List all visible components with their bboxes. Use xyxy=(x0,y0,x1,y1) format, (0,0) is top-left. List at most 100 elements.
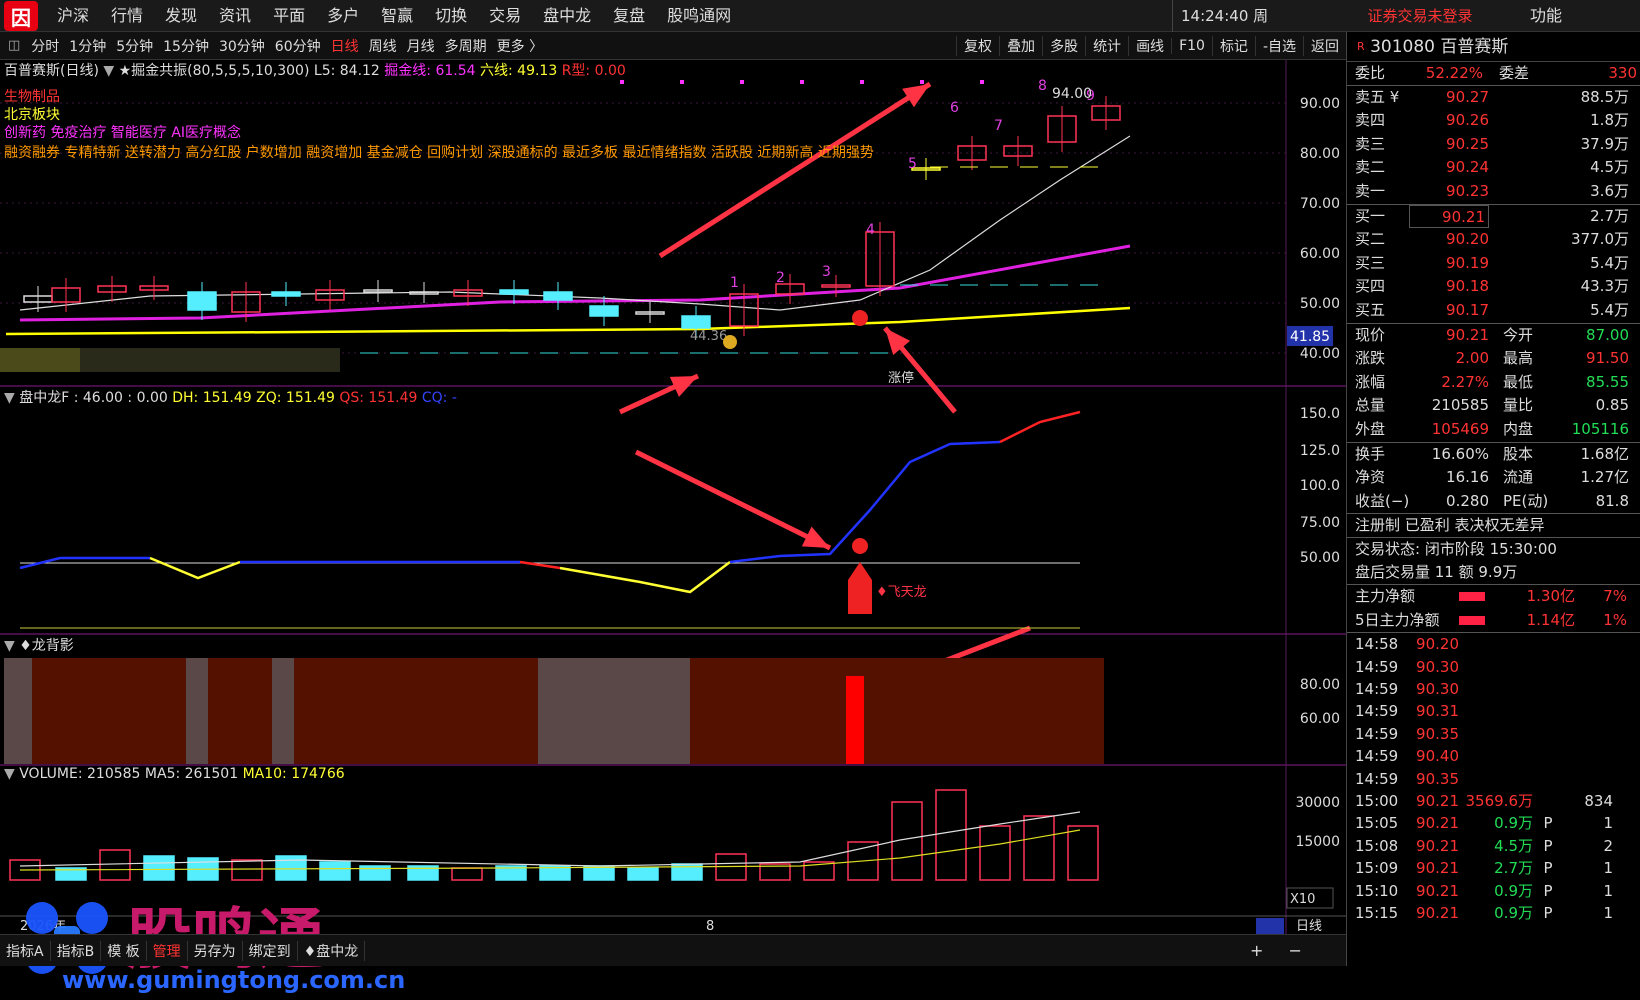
lby-y-tick: 80.00 xyxy=(1300,677,1340,693)
tool-2[interactable]: 多股 xyxy=(1042,36,1085,56)
tick-count: 2 xyxy=(1603,836,1613,855)
fin-label-a: 净资 xyxy=(1355,468,1386,487)
bids-volume: 43.3万 xyxy=(1580,277,1629,296)
period-tab-2[interactable]: 5分钟 xyxy=(111,36,158,56)
fin-label-a: 收益(−) xyxy=(1355,491,1410,510)
quote-sidebar: R 301080 百普赛斯 委比 52.22% 委差 330 卖五 ¥ 90.27… xyxy=(1346,32,1640,966)
info-row-2: 交易状态: 闭市阶段 15:30:00 xyxy=(1347,538,1640,562)
menu-item-1[interactable]: 行情 xyxy=(100,0,154,32)
bottom-tab-0[interactable]: 指标A xyxy=(0,940,51,961)
info-row-3: 盘后交易量 11 额 9.9万 xyxy=(1347,561,1640,586)
pzl-y-tick: 150.0 xyxy=(1300,406,1340,422)
lby-toggle-icon[interactable]: ▼ xyxy=(4,638,19,654)
menu-item-10[interactable]: 复盘 xyxy=(602,0,656,32)
tick-count: 1 xyxy=(1603,859,1613,878)
volume-bar xyxy=(143,855,175,881)
chart-area[interactable]: 90.00 80.00 70.00 60.00 50.00 40.00 41.85 1 2 3 4 5… xyxy=(0,60,1346,994)
stock-header[interactable]: R 301080 百普赛斯 xyxy=(1347,32,1640,62)
bids-row[interactable]: 买三 90.19 5.4万 xyxy=(1347,252,1640,276)
period-tab-10[interactable]: 更多 〉 xyxy=(492,36,548,56)
bids-row[interactable]: 买四 90.18 43.3万 xyxy=(1347,275,1640,299)
tick-volume: 0.9万 xyxy=(1494,814,1533,833)
kline-chart-svg[interactable]: 90.00 80.00 70.00 60.00 50.00 40.0041.85 1 2 3 4 5… xyxy=(0,60,1346,934)
indicator-toggle-icon[interactable]: ▼ xyxy=(103,63,114,79)
menu-item-9[interactable]: 盘中龙 xyxy=(532,0,602,32)
bottom-tab-2[interactable]: 模 板 xyxy=(101,940,147,961)
pzl-qs: QS: 151.49 xyxy=(339,390,418,406)
asks-row[interactable]: 卖四 90.26 1.8万 xyxy=(1347,109,1640,133)
indicator-name[interactable]: ★掘金共振(80,5,5,5,10,300) xyxy=(119,63,310,79)
bids-row[interactable]: 买一 90.21 2.7万 xyxy=(1347,204,1640,229)
tool-0[interactable]: 复权 xyxy=(956,36,999,56)
tick-row: 15:09 90.21 2.7万 P 1 xyxy=(1347,857,1640,879)
pzl-toggle-icon[interactable]: ▼ xyxy=(4,390,19,406)
tool-4[interactable]: 画线 xyxy=(1128,36,1171,56)
layout-toggle-icon[interactable]: ◫ xyxy=(0,38,26,53)
zoom-in-button[interactable]: + xyxy=(1240,941,1273,960)
period-tab-6[interactable]: 日线 xyxy=(326,36,364,56)
period-tab-5[interactable]: 60分钟 xyxy=(270,36,326,56)
period-tab-0[interactable]: 分时 xyxy=(26,36,64,56)
asks-label: 卖二 xyxy=(1355,158,1386,177)
quote-label-b: 量比 xyxy=(1503,396,1534,415)
tick-row: 14:59 90.35 xyxy=(1347,768,1640,790)
quote-value-a: 2.00 xyxy=(1455,349,1489,368)
menu-item-6[interactable]: 智赢 xyxy=(370,0,424,32)
menu-item-0[interactable]: 沪深 xyxy=(46,0,100,32)
tool-8[interactable]: 返回 xyxy=(1303,36,1346,56)
menu-item-3[interactable]: 资讯 xyxy=(208,0,262,32)
bids-row[interactable]: 买五 90.17 5.4万 xyxy=(1347,299,1640,323)
asks-label: 卖三 xyxy=(1355,134,1386,153)
tick-time: 15:15 xyxy=(1355,903,1399,922)
asks-row[interactable]: 卖一 90.23 3.6万 xyxy=(1347,180,1640,204)
bottom-tab-5[interactable]: 绑定到 xyxy=(243,940,298,961)
menu-item-2[interactable]: 发现 xyxy=(154,0,208,32)
asks-row[interactable]: 卖三 90.25 37.9万 xyxy=(1347,133,1640,157)
candle-body xyxy=(681,315,711,329)
r-badge: R xyxy=(1357,40,1365,53)
period-tab-3[interactable]: 15分钟 xyxy=(158,36,214,56)
tool-5[interactable]: F10 xyxy=(1171,38,1212,54)
period-tab-9[interactable]: 多周期 xyxy=(440,36,492,56)
candle-number: 7 xyxy=(994,118,1003,134)
tool-7[interactable]: -自选 xyxy=(1254,36,1303,56)
tick-list[interactable]: 14:58 90.20 14:59 90.30 14:59 90.30 14:59 90.31… xyxy=(1347,633,1640,924)
pzl-buy-marker-icon xyxy=(852,538,868,554)
bottom-tab-1[interactable]: 指标B xyxy=(51,940,102,961)
tick-flag: P xyxy=(1543,903,1553,922)
menu-item-11[interactable]: 股鸣通网 xyxy=(656,0,742,32)
menu-item-7[interactable]: 切换 xyxy=(424,0,478,32)
app-logo[interactable]: 因 xyxy=(4,1,38,31)
function-menu[interactable]: 功能 xyxy=(1530,0,1562,32)
tool-6[interactable]: 标记 xyxy=(1211,36,1255,56)
trade-login-status[interactable]: 证券交易未登录 xyxy=(1330,0,1510,32)
bottom-tab-3[interactable]: 管理 xyxy=(147,940,188,961)
quote-value-b: 85.55 xyxy=(1586,372,1629,391)
tick-count xyxy=(1563,723,1613,745)
pzl-yellow-1 xyxy=(149,556,241,580)
period-tab-4[interactable]: 30分钟 xyxy=(214,36,270,56)
period-tab-1[interactable]: 1分钟 xyxy=(64,36,111,56)
quote-label-a: 总量 xyxy=(1355,396,1386,415)
asks-row[interactable]: 卖五 ¥ 90.27 88.5万 xyxy=(1347,86,1640,110)
tool-1[interactable]: 叠加 xyxy=(999,36,1042,56)
bottom-tab-6[interactable]: ♦盘中龙 xyxy=(298,940,366,961)
period-tab-7[interactable]: 周线 xyxy=(364,36,402,56)
high-label: 94.00 xyxy=(1052,86,1092,102)
bids-price: 90.21 xyxy=(1409,204,1489,229)
jjx-value: 掘金线: 61.54 xyxy=(384,63,476,79)
tool-3[interactable]: 统计 xyxy=(1085,36,1128,56)
zoom-out-button[interactable]: − xyxy=(1279,941,1312,960)
menu-item-4[interactable]: 平面 xyxy=(262,0,316,32)
vol-toggle-icon[interactable]: ▼ xyxy=(4,766,19,782)
period-tab-8[interactable]: 月线 xyxy=(402,36,440,56)
volume-bar xyxy=(1023,815,1055,881)
menu-item-8[interactable]: 交易 xyxy=(478,0,532,32)
lby-panel-header: ▼ ♦龙背影 xyxy=(4,635,74,655)
bottom-tab-4[interactable]: 另存为 xyxy=(188,940,243,961)
strip-block xyxy=(0,348,80,372)
tick-time: 14:59 xyxy=(1355,657,1399,676)
asks-row[interactable]: 卖二 90.24 4.5万 xyxy=(1347,156,1640,180)
bids-row[interactable]: 买二 90.20 377.0万 xyxy=(1347,228,1640,252)
menu-item-5[interactable]: 多户 xyxy=(316,0,370,32)
